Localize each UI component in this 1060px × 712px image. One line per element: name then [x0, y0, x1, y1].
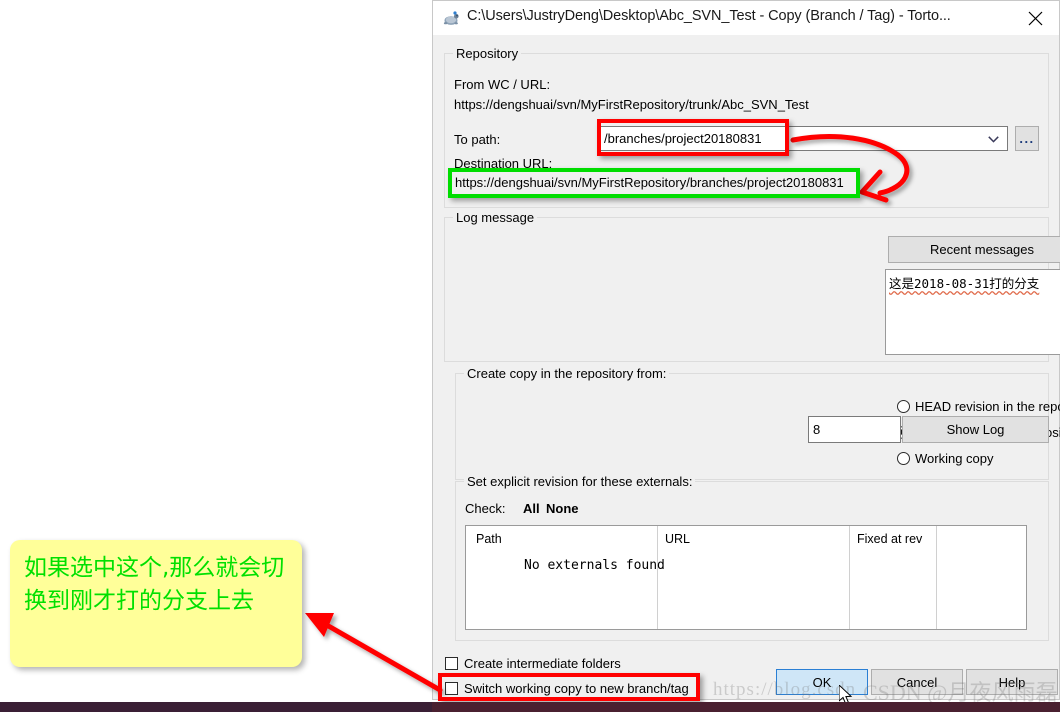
- checkbox-create-intermediate-folders[interactable]: Create intermediate folders: [445, 656, 621, 671]
- column-header-path: Path: [476, 532, 502, 546]
- from-wc-url-label: From WC / URL:: [454, 77, 551, 92]
- column-divider: [936, 526, 937, 629]
- radio-indicator: [897, 400, 910, 413]
- checkbox-indicator: [445, 657, 458, 670]
- annotation-note: 如果选中这个,那么就会切换到刚才打的分支上去: [10, 540, 302, 667]
- radio-indicator: [897, 452, 910, 465]
- externals-empty-message: No externals found: [524, 558, 665, 573]
- column-divider: [657, 526, 658, 629]
- copy-branch-tag-dialog: C:\Users\JustryDeng\Desktop\Abc_SVN_Test…: [432, 0, 1060, 705]
- highlight-destination-url: [448, 168, 860, 198]
- title-bar: C:\Users\JustryDeng\Desktop\Abc_SVN_Test…: [433, 1, 1059, 35]
- column-header-fixed-at-rev: Fixed at rev: [857, 532, 923, 546]
- to-path-label: To path:: [454, 132, 501, 147]
- show-log-button[interactable]: Show Log: [902, 416, 1049, 443]
- log-message-group-label: Log message: [453, 210, 538, 225]
- browse-button[interactable]: ...: [1015, 126, 1039, 151]
- create-copy-group-label: Create copy in the repository from:: [464, 366, 670, 381]
- chevron-down-icon: [988, 130, 999, 148]
- revision-input[interactable]: 8: [808, 416, 901, 443]
- checkbox-create-intermediate-folders-label: Create intermediate folders: [464, 656, 621, 671]
- check-label: Check:: [465, 501, 506, 516]
- watermark-url: https://blog.csdn: [713, 679, 857, 700]
- repository-group-label: Repository: [453, 46, 522, 61]
- column-divider: [849, 526, 850, 629]
- radio-head-revision-label: HEAD revision in the repository: [915, 399, 1060, 414]
- annotation-note-text: 如果选中这个,那么就会切换到刚才打的分支上去: [24, 555, 285, 614]
- radio-head-revision[interactable]: HEAD revision in the repository: [897, 399, 1060, 414]
- close-icon[interactable]: [1013, 1, 1059, 34]
- log-message-text: 这是2018-08-31打的分支: [889, 276, 1040, 291]
- window-title: C:\Users\JustryDeng\Desktop\Abc_SVN_Test…: [467, 8, 951, 24]
- arrow-note-to-switch-checkbox: [305, 613, 443, 693]
- from-wc-url-value: https://dengshuai/svn/MyFirstRepository/…: [454, 97, 809, 112]
- externals-group-label: Set explicit revision for these external…: [464, 474, 696, 489]
- tortoisesvn-turtle-icon: [442, 10, 460, 28]
- highlight-switch-checkbox: [438, 673, 700, 701]
- externals-table[interactable]: Path URL Fixed at rev No externals found: [465, 525, 1027, 630]
- taskbar-sliver-inner: [432, 702, 1060, 712]
- highlight-to-path: [597, 119, 789, 156]
- column-header-url: URL: [665, 532, 691, 546]
- log-message-textarea[interactable]: 这是2018-08-31打的分支: [885, 269, 1060, 355]
- check-none-link[interactable]: None: [546, 501, 579, 516]
- recent-messages-button[interactable]: Recent messages: [888, 236, 1060, 263]
- check-all-link[interactable]: All: [523, 501, 540, 516]
- radio-working-copy-label: Working copy: [915, 451, 994, 466]
- radio-working-copy[interactable]: Working copy: [897, 451, 994, 466]
